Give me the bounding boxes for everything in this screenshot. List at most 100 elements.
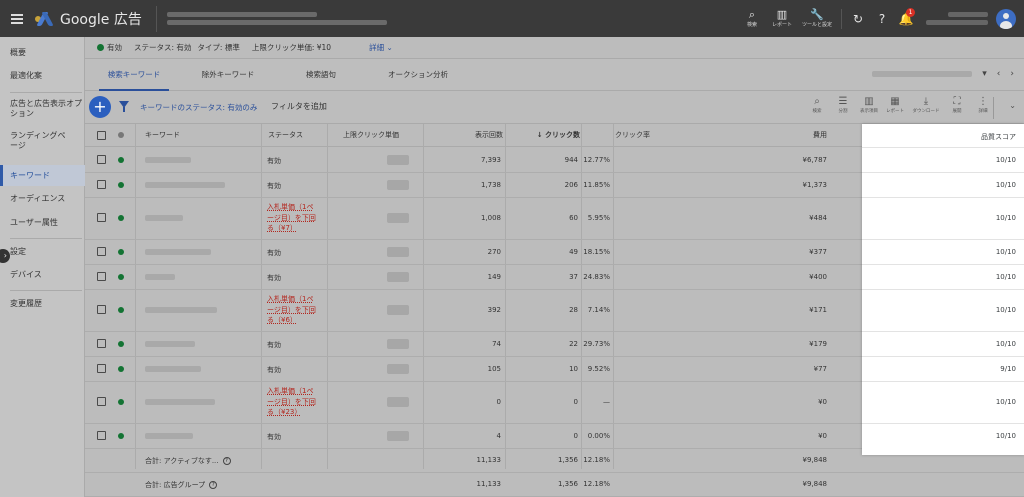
report-button[interactable]: ▥ レポート bbox=[767, 9, 797, 29]
caret-down-icon[interactable]: ▾ bbox=[982, 69, 987, 79]
help-icon[interactable]: ? bbox=[209, 481, 218, 489]
menu-icon[interactable] bbox=[11, 12, 23, 26]
tool-download-button[interactable]: ⤓ ダウンロード bbox=[908, 95, 944, 114]
clicks-cell: 944 bbox=[564, 155, 578, 164]
max-cpc-cell[interactable] bbox=[387, 213, 409, 223]
keyword-text[interactable] bbox=[145, 399, 215, 405]
report-label: レポート bbox=[771, 22, 792, 28]
header-clicks[interactable]: ↓ クリック数 bbox=[505, 124, 580, 147]
avatar[interactable] bbox=[996, 8, 1016, 29]
max-cpc-cell[interactable] bbox=[387, 271, 409, 282]
header-impressions[interactable]: 表示回数 bbox=[425, 124, 503, 147]
chevron-down-icon[interactable]: ⌄ bbox=[1009, 101, 1016, 110]
nav-item-settings[interactable]: 設定 bbox=[10, 247, 26, 257]
row-checkbox[interactable] bbox=[97, 430, 106, 440]
max-cpc-cell[interactable] bbox=[387, 246, 409, 257]
totals-ctr: 12.18% bbox=[583, 480, 610, 488]
row-checkbox[interactable] bbox=[97, 305, 106, 314]
keyword-text[interactable] bbox=[145, 365, 201, 372]
collapse-nav-icon[interactable]: › bbox=[0, 249, 10, 263]
ctr-cell: 7.14% bbox=[587, 306, 610, 314]
impressions-cell: 1,008 bbox=[480, 214, 501, 222]
quality-score-cell: 10/10 bbox=[995, 155, 1016, 164]
keyword-text[interactable] bbox=[145, 307, 217, 313]
row-checkbox[interactable] bbox=[97, 179, 106, 189]
status-cell[interactable]: 入札単価（1ペ ージ目）を下回 る（¥6） bbox=[267, 294, 325, 326]
details-link[interactable]: 詳細 ⌄ bbox=[369, 42, 393, 53]
divider bbox=[862, 264, 1024, 265]
select-all-checkbox[interactable] bbox=[97, 131, 106, 140]
header-status[interactable]: ステータス bbox=[268, 124, 303, 147]
tool-label: 分割 bbox=[838, 109, 848, 114]
keyword-text[interactable] bbox=[145, 156, 191, 163]
divider bbox=[862, 147, 1024, 148]
search-button[interactable]: ⌕ 検索 bbox=[737, 9, 767, 29]
keyword-text[interactable] bbox=[145, 432, 193, 439]
max-cpc-cell[interactable] bbox=[387, 154, 409, 165]
keyword-text[interactable] bbox=[145, 215, 183, 221]
nav-item-demographics[interactable]: ユーザー属性 bbox=[10, 218, 58, 228]
row-checkbox[interactable] bbox=[97, 363, 106, 373]
keyword-text[interactable] bbox=[145, 248, 211, 255]
max-cpc-cell[interactable] bbox=[387, 363, 409, 374]
status-dot-icon bbox=[97, 44, 104, 51]
tool-expand-button[interactable]: ⛶ 展開 bbox=[944, 95, 970, 114]
header-cost[interactable]: 費用 bbox=[685, 124, 827, 147]
impressions-cell: 74 bbox=[492, 339, 501, 348]
nav-item-recommendations[interactable]: 最適化案 bbox=[10, 71, 42, 81]
max-cpc-cell[interactable] bbox=[387, 305, 409, 315]
max-cpc-cell[interactable] bbox=[387, 397, 409, 407]
tool-segment-button[interactable]: ☰ 分割 bbox=[830, 95, 856, 114]
date-range-selector[interactable] bbox=[872, 71, 973, 77]
tools-button[interactable]: 🔧 ツールと設定 bbox=[797, 9, 837, 29]
row-checkbox[interactable] bbox=[97, 271, 106, 281]
nav-item-overview[interactable]: 概要 bbox=[10, 48, 26, 58]
nav-item-landing-pages[interactable]: ランディングページ bbox=[10, 131, 66, 151]
tab-negative-keywords[interactable]: 除外キーワード bbox=[193, 59, 263, 91]
help-icon[interactable]: ? bbox=[222, 457, 231, 465]
refresh-icon[interactable]: ↻ bbox=[846, 12, 870, 26]
nav-item-keywords[interactable]: キーワード bbox=[0, 165, 85, 186]
nav-item-change-history[interactable]: 変更履歴 bbox=[10, 299, 42, 309]
tool-search-button[interactable]: ⌕ 検索 bbox=[804, 95, 830, 114]
clicks-cell: 28 bbox=[569, 306, 578, 314]
tool-report-button[interactable]: ▦ レポート bbox=[882, 95, 908, 114]
status-cell[interactable]: 入札単価（1ペ ージ目）を下回 る（¥7） bbox=[267, 202, 325, 234]
tab-auction-insights[interactable]: オークション分析 bbox=[383, 59, 453, 91]
nav-item-devices[interactable]: デバイス bbox=[10, 270, 42, 280]
chevron-left-icon[interactable]: ‹ bbox=[997, 69, 1001, 79]
status-dot-icon bbox=[118, 432, 124, 439]
row-checkbox[interactable] bbox=[97, 246, 106, 256]
impressions-cell: 1,738 bbox=[480, 180, 501, 189]
tab-search-keywords[interactable]: 検索キーワード bbox=[99, 59, 169, 91]
add-keyword-button[interactable]: + bbox=[89, 96, 111, 118]
status-dot-icon bbox=[118, 307, 124, 313]
keyword-text[interactable] bbox=[145, 181, 225, 188]
max-cpc-cell[interactable] bbox=[387, 430, 409, 441]
header-keyword[interactable]: キーワード bbox=[145, 124, 180, 147]
row-checkbox[interactable] bbox=[97, 397, 106, 406]
status-cell[interactable]: 入札単価（1ペ ージ目）を下回 る（¥23） bbox=[267, 386, 325, 418]
chevron-down-icon: ⌄ bbox=[386, 43, 393, 52]
row-checkbox[interactable] bbox=[97, 154, 106, 164]
chevron-right-icon[interactable]: › bbox=[1010, 69, 1014, 79]
header-max-cpc[interactable]: 上限クリック単価 bbox=[343, 124, 399, 147]
tab-search-terms[interactable]: 検索語句 bbox=[291, 59, 351, 91]
help-icon[interactable]: ? bbox=[870, 12, 894, 26]
nav-item-ads[interactable]: 広告と広告表示オプション bbox=[10, 99, 86, 119]
account-selector[interactable] bbox=[155, 5, 387, 32]
row-checkbox[interactable] bbox=[97, 213, 106, 222]
nav-item-audiences[interactable]: オーディエンス bbox=[10, 194, 65, 204]
row-checkbox[interactable] bbox=[97, 338, 106, 348]
active-filter[interactable]: キーワードのステータス: 有効のみ bbox=[140, 102, 257, 113]
header-quality-score[interactable]: 品質スコア bbox=[981, 132, 1016, 142]
filter-icon[interactable] bbox=[119, 101, 129, 112]
notification-icon[interactable]: 🔔 1 bbox=[894, 7, 918, 26]
max-cpc-cell[interactable] bbox=[387, 179, 409, 190]
header-ctr[interactable]: クリック率 bbox=[582, 124, 650, 147]
max-cpc-cell[interactable] bbox=[387, 338, 409, 349]
tool-columns-button[interactable]: ▥ 表示項目 bbox=[856, 95, 882, 114]
add-filter-button[interactable]: フィルタを追加 bbox=[271, 101, 327, 112]
keyword-text[interactable] bbox=[145, 273, 175, 280]
keyword-text[interactable] bbox=[145, 340, 195, 347]
